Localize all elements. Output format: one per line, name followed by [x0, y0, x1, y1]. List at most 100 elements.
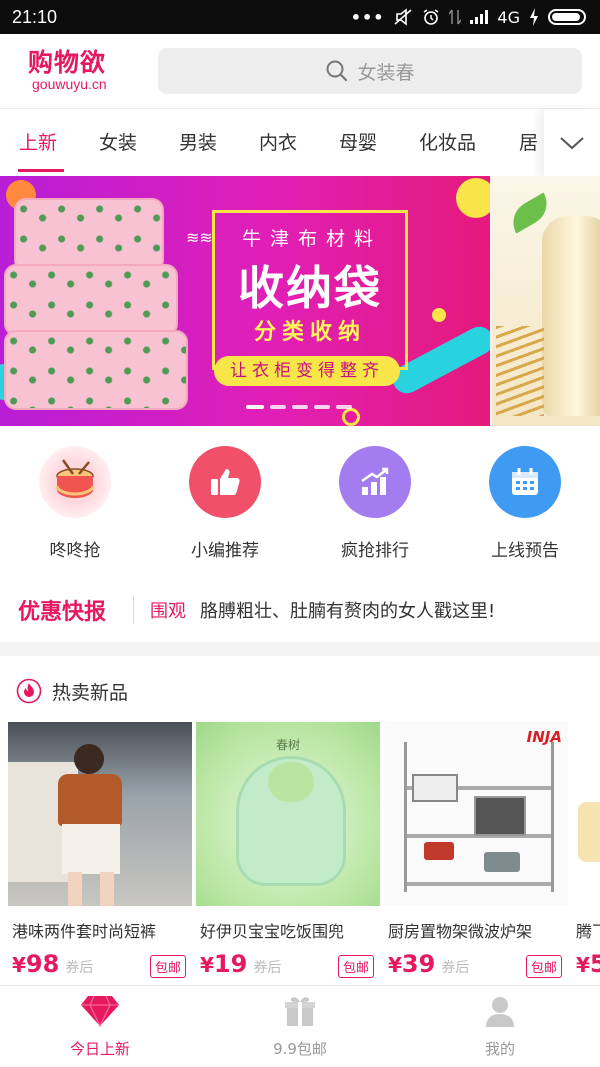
- tab-baby[interactable]: 母婴: [339, 109, 377, 177]
- person-figure: [58, 774, 122, 826]
- promo-subtitle: 牛津布材料: [241, 228, 382, 250]
- network-type: 4G: [497, 7, 520, 27]
- product-name: 厨房置物架微波炉架: [388, 922, 533, 941]
- microwave-image: [412, 774, 458, 802]
- status-icons: ••• 4G: [351, 8, 586, 27]
- nav-free-shipping[interactable]: 9.9包邮: [200, 994, 400, 1059]
- app-logo[interactable]: 购物欲 gouwuyu.cn: [0, 48, 158, 93]
- quick-entry-dongdong[interactable]: 咚咚抢: [5, 446, 145, 561]
- storage-bag-image: [4, 330, 188, 410]
- status-time: 21:10: [12, 6, 58, 27]
- price-note: 券后: [441, 960, 470, 976]
- free-shipping-badge: 包邮: [525, 955, 562, 978]
- logo-text: 购物欲: [28, 48, 107, 77]
- banner-carousel[interactable]: ≋≋ 牛津布材料 收纳袋 分类收纳 让衣柜变得整齐: [0, 176, 600, 426]
- status-bar: 21:10 ••• 4G: [0, 0, 600, 34]
- product-price: ¥ 19 券后 包邮: [196, 950, 380, 978]
- banner-circle-decoration: [342, 408, 360, 426]
- ranking-chart-icon: [339, 446, 411, 518]
- news-ticker[interactable]: 优惠快报 围观 胳膊粗壮、肚腩有赘肉的女人戳这里!: [0, 580, 600, 640]
- carousel-dot[interactable]: [246, 405, 264, 409]
- category-expand-button[interactable]: [544, 109, 600, 177]
- carousel-dot[interactable]: [336, 405, 352, 409]
- app-header: 购物欲 gouwuyu.cn 女装春: [0, 34, 600, 108]
- quick-entry-editor-pick[interactable]: 小编推荐: [155, 446, 295, 561]
- nav-label: 今日上新: [69, 1040, 130, 1058]
- free-shipping-badge: 包邮: [149, 955, 186, 978]
- category-tabs: 上新 女装 男装 内衣 母婴 化妆品 居: [0, 108, 600, 177]
- product-carousel: 港味两件套时尚短裤 ¥ 98 券后 包邮 春树 好伊贝宝宝吃饭围兜 ¥ 19 券…: [0, 722, 600, 982]
- product-card[interactable]: 腾飞 ¥ 5: [572, 722, 600, 978]
- product-name: 好伊贝宝宝吃饭围兜: [200, 922, 345, 941]
- bib-neck-hole: [268, 762, 314, 802]
- app-screen: 21:10 ••• 4G 购物欲 gouwuyu.cn 女装春 上新 女装 男装…: [0, 0, 600, 1067]
- charging-icon: [530, 8, 538, 26]
- quick-entry-label: 疯抢排行: [341, 541, 409, 561]
- hot-section-title: 热卖新品: [52, 681, 129, 704]
- nav-label: 我的: [484, 1040, 515, 1058]
- storage-bag-image: [4, 264, 178, 336]
- carousel-indicators: [246, 405, 352, 409]
- news-title: 优惠快报: [18, 600, 107, 625]
- pot-image: [424, 842, 454, 860]
- carousel-dot[interactable]: [270, 405, 286, 409]
- search-bar[interactable]: 女装春: [158, 48, 582, 94]
- carousel-dot[interactable]: [314, 405, 330, 409]
- fire-icon: [16, 678, 42, 704]
- banner-slide-next[interactable]: [492, 176, 600, 426]
- alarm-icon: [424, 9, 439, 25]
- search-placeholder: 女装春: [357, 61, 415, 84]
- hot-section-header: 热卖新品: [16, 676, 128, 706]
- product-shape: [578, 802, 600, 862]
- currency-symbol: ¥: [12, 953, 26, 977]
- price-note: 券后: [253, 960, 282, 976]
- tab-womens[interactable]: 女装: [99, 109, 137, 177]
- signal-icon: [470, 10, 489, 24]
- product-image-bib: 春树: [196, 722, 380, 906]
- tab-new[interactable]: 上新: [19, 109, 57, 177]
- storage-bag-image: [14, 198, 164, 272]
- mute-icon: [394, 8, 412, 26]
- product-card[interactable]: 港味两件套时尚短裤 ¥ 98 券后 包邮: [8, 722, 192, 978]
- gift-icon: [285, 997, 315, 1026]
- nav-mine[interactable]: 我的: [400, 994, 600, 1059]
- product-card[interactable]: 春树 好伊贝宝宝吃饭围兜 ¥ 19 券后 包邮: [196, 722, 380, 978]
- pot-image: [484, 852, 520, 872]
- data-transfer-icon: [449, 9, 462, 25]
- banner-slide-storage-bag[interactable]: ≋≋ 牛津布材料 收纳袋 分类收纳 让衣柜变得整齐: [0, 176, 490, 426]
- chevron-down-icon: [560, 137, 584, 150]
- banner-circle-decoration: [456, 178, 490, 218]
- nav-today-new[interactable]: 今日上新: [0, 994, 200, 1059]
- carousel-dot[interactable]: [292, 405, 308, 409]
- news-text[interactable]: 胳膊粗壮、肚腩有赘肉的女人戳这里!: [200, 597, 495, 623]
- product-price: ¥ 39 券后 包邮: [384, 950, 568, 978]
- more-dots-icon: •••: [350, 7, 385, 27]
- tab-cosmetics[interactable]: 化妆品: [419, 109, 476, 177]
- oven-image: [474, 796, 526, 836]
- promo-tagline: 分类收纳: [253, 320, 366, 345]
- wheat-decoration: [496, 326, 544, 416]
- person-figure: [68, 872, 82, 906]
- quick-entry-ranking[interactable]: 疯抢排行: [305, 446, 445, 561]
- bottom-nav: 今日上新 9.9包邮 我的: [0, 985, 600, 1067]
- quick-entry-preview[interactable]: 上线预告: [455, 446, 595, 561]
- tab-underwear[interactable]: 内衣: [259, 109, 297, 177]
- price-value: 39: [401, 950, 436, 978]
- search-icon: [326, 60, 348, 82]
- nav-label: 9.9包邮: [273, 1040, 327, 1058]
- person-figure: [74, 744, 104, 774]
- drum-icon: [39, 446, 111, 518]
- tab-mens[interactable]: 男装: [179, 109, 217, 177]
- shampoo-bottle-image: [542, 216, 600, 416]
- product-image-shorts: [8, 722, 192, 906]
- user-icon: [486, 997, 514, 1027]
- quick-entry-label: 咚咚抢: [49, 541, 101, 561]
- active-tab-indicator: [18, 169, 64, 172]
- tab-home[interactable]: 居: [519, 109, 538, 177]
- product-card[interactable]: INJA 厨房置物架微波炉架 ¥ 39 券后 包邮: [384, 722, 568, 978]
- news-divider: [133, 596, 134, 624]
- quick-entry-label: 小编推荐: [191, 541, 259, 561]
- diamond-icon: [81, 995, 119, 1028]
- calendar-icon: [489, 446, 561, 518]
- product-image-rack: INJA: [384, 722, 568, 906]
